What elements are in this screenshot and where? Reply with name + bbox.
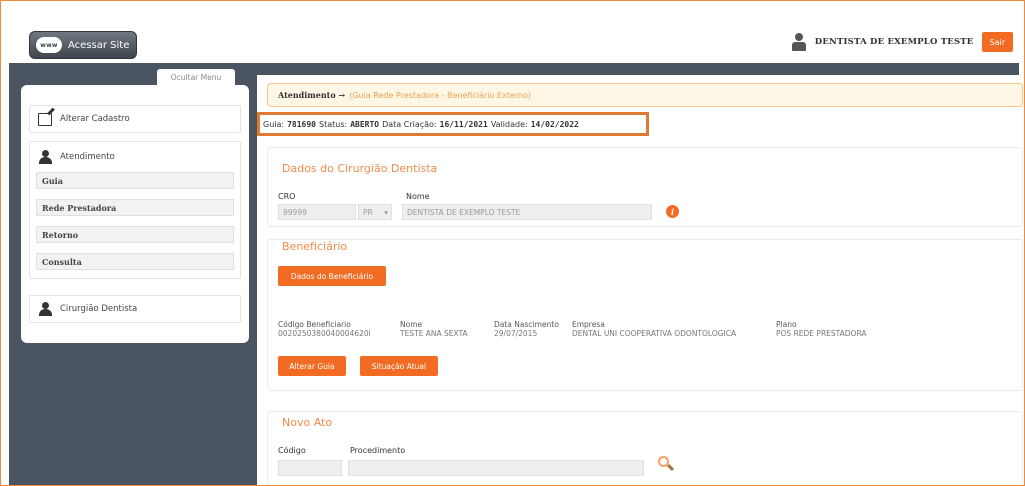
access-site-label: Acessar Site (68, 39, 130, 51)
sidebar-subitem-retorno[interactable]: Retorno (36, 226, 234, 243)
dentist-section-title: Dados do Cirurgião Dentista (282, 162, 438, 175)
dentist-section: Dados do Cirurgião Dentista CRO 99999 PR… (267, 147, 1023, 227)
sidebar-subitem-rede-prestadora[interactable]: Rede Prestadora (36, 199, 234, 216)
sidebar-subitem-guia[interactable]: Guia (36, 172, 234, 189)
validity-value: 14/02/2022 (530, 119, 579, 129)
user-area: DENTISTA DE EXEMPLO TESTE Sair (791, 29, 1013, 55)
created-label: Data Criação: (382, 119, 437, 129)
info-icon[interactable]: i (666, 205, 679, 218)
new-act-section-title: Novo Ato (282, 416, 333, 429)
uf-value: PR (363, 207, 373, 217)
breadcrumb-sub: (Guia Rede Prestadora - Beneficiário Ext… (349, 90, 531, 100)
top-header: www Acessar Site DENTISTA DE EXEMPLO TES… (9, 9, 1019, 61)
sidebar-item-label: Cirurgião Dentista (60, 304, 138, 314)
user-name: DENTISTA DE EXEMPLO TESTE (814, 37, 974, 47)
content-panel: Atendimento → (Guia Rede Prestadora - Be… (257, 75, 1023, 485)
sidebar-item-cirurgiao-dentista[interactable]: Cirurgião Dentista (29, 295, 241, 323)
beneficiary-plan-value: POS REDE PRESTADORA (776, 329, 867, 338)
hide-menu-tab[interactable]: Ocultar Menu (157, 69, 235, 85)
status-value: ABERTO (350, 119, 380, 129)
beneficiary-birthdate-label: Data Nascimento (494, 320, 559, 329)
atendimento-icon (38, 150, 52, 164)
user-icon (791, 33, 807, 51)
new-act-section: Novo Ato Código Procedimento (267, 411, 1023, 485)
beneficiary-code: Código Beneficiario 0020250380040004620l (278, 320, 371, 338)
procedure-input[interactable] (348, 460, 644, 476)
beneficiary-name-value: TESTE ANA SEXTA (400, 329, 468, 338)
sidebar: Alterar Cadastro Atendimento Guia Rede P… (21, 85, 249, 343)
www-globe-icon: www (36, 37, 62, 53)
beneficiary-plan-label: Plano (776, 320, 797, 329)
page-frame: www Acessar Site DENTISTA DE EXEMPLO TES… (0, 0, 1025, 486)
created-value: 16/11/2021 (439, 119, 488, 129)
dentist-name-input[interactable]: DENTISTA DE EXEMPLO TESTE (402, 204, 652, 220)
breadcrumb: Atendimento → (Guia Rede Prestadora - Be… (267, 83, 1023, 107)
beneficiary-birthdate: Data Nascimento 29/07/2015 (494, 320, 559, 338)
guia-number: 781690 (287, 119, 316, 129)
beneficiary-name-label: Nome (400, 320, 423, 329)
beneficiary-section: Beneficiário Dados do Beneficiário Códig… (267, 239, 1023, 391)
uf-select[interactable]: PR ▾ (358, 204, 392, 220)
current-status-button[interactable]: Situação Atual (360, 356, 438, 376)
search-icon[interactable] (658, 456, 675, 472)
edit-icon (38, 112, 52, 126)
beneficiary-code-label: Código Beneficiario (278, 320, 351, 329)
dentist-icon (38, 302, 52, 316)
sidebar-subitem-consulta[interactable]: Consulta (36, 253, 234, 270)
sidebar-item-atendimento[interactable]: Atendimento (30, 142, 240, 172)
guia-label: Guia: (263, 119, 285, 129)
beneficiary-data-button[interactable]: Dados do Beneficiário (278, 266, 386, 286)
chevron-down-icon: ▾ (384, 207, 388, 217)
code-label: Código (278, 446, 306, 455)
guia-info-bar: Guia: 781690 Status: ABERTO Data Criação… (257, 112, 649, 136)
beneficiary-name: Nome TESTE ANA SEXTA (400, 320, 468, 338)
access-site-button[interactable]: www Acessar Site (29, 31, 137, 59)
beneficiary-company: Empresa DENTAL UNI COOPERATIVA ODONTOLOG… (572, 320, 736, 338)
status-label: Status: (319, 119, 348, 129)
sidebar-item-label: Alterar Cadastro (60, 114, 130, 124)
beneficiary-plan: Plano POS REDE PRESTADORA (776, 320, 867, 338)
code-input[interactable] (278, 460, 342, 476)
beneficiary-section-title: Beneficiário (282, 240, 348, 253)
sidebar-group-atendimento: Atendimento Guia Rede Prestadora Retorno… (29, 141, 241, 279)
beneficiary-code-value: 0020250380040004620l (278, 329, 371, 338)
logout-button[interactable]: Sair (981, 32, 1013, 52)
name-label: Nome (406, 192, 430, 201)
validity-label: Validade: (490, 119, 528, 129)
change-guia-button[interactable]: Alterar Guia (278, 356, 346, 376)
cro-label: CRO (278, 192, 296, 201)
beneficiary-company-label: Empresa (572, 320, 605, 329)
beneficiary-company-value: DENTAL UNI COOPERATIVA ODONTOLOGICA (572, 329, 737, 338)
cro-input[interactable]: 99999 (278, 204, 356, 220)
sidebar-item-label: Atendimento (60, 152, 115, 162)
sidebar-item-edit-profile[interactable]: Alterar Cadastro (29, 105, 241, 133)
beneficiary-birthdate-value: 29/07/2015 (494, 329, 538, 338)
procedure-label: Procedimento (350, 446, 406, 455)
breadcrumb-main: Atendimento → (278, 90, 346, 100)
